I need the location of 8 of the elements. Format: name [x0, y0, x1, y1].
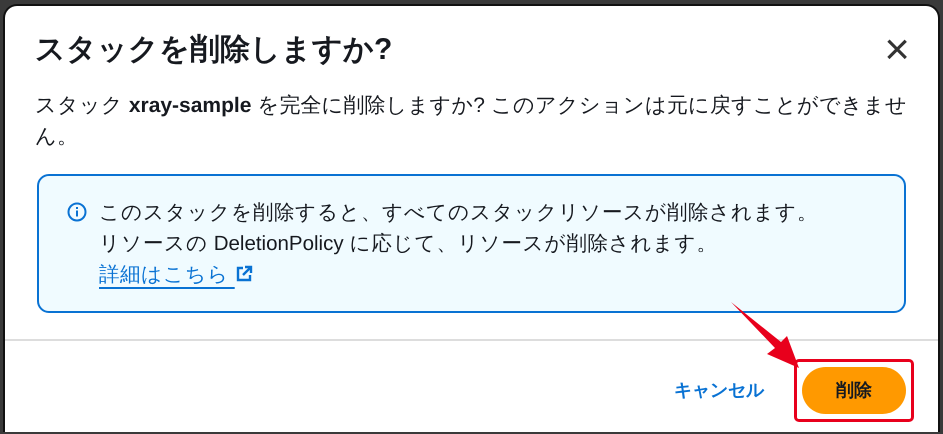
external-link-icon [234, 265, 253, 283]
cancel-button[interactable]: キャンセル [660, 369, 778, 412]
confirmation-message: スタック xray-sample を完全に削除しますか? このアクションは元に戻すことができません。 [35, 93, 908, 150]
info-icon [67, 202, 87, 222]
alert-message: このスタックを削除すると、すべてのスタックリソースが削除されます。リソースの DeletionPolicy に応じて、リソースが削除されます。 詳細はこちら [99, 200, 819, 288]
dialog-title: スタックを削除しますか? [35, 32, 392, 68]
learn-more-link[interactable]: 詳細はこちら [99, 263, 253, 286]
delete-button[interactable]: 削除 [802, 367, 906, 414]
